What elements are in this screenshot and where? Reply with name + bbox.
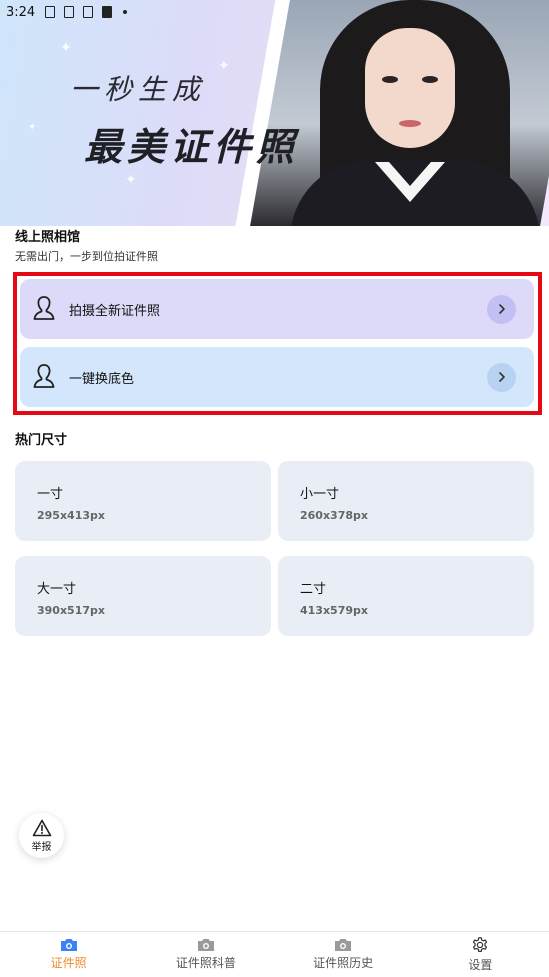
chevron-right-icon xyxy=(487,294,516,324)
camera-icon xyxy=(60,939,77,951)
nav-label: 设置 xyxy=(468,958,493,972)
sparkle-icon: ✦ xyxy=(28,122,37,133)
size-card-small-one-inch[interactable]: 小一寸 260x378px xyxy=(278,461,534,541)
report-label: 举报 xyxy=(31,841,52,853)
size-card-two-inch[interactable]: 二寸 413x579px xyxy=(278,556,534,636)
action-label: 拍摄全新证件照 xyxy=(69,303,161,319)
more-notifications-icon xyxy=(123,10,128,14)
nav-label: 证件照历史 xyxy=(313,956,374,970)
size-name: 小一寸 xyxy=(300,487,340,502)
banner-headline-2: 最美证件照 xyxy=(84,124,300,169)
gear-icon xyxy=(473,937,488,952)
camera-icon xyxy=(335,939,352,951)
size-dimensions: 413x579px xyxy=(300,604,368,617)
nav-item-settings[interactable]: 设置 xyxy=(412,932,549,977)
sparkle-icon: ✦ xyxy=(60,40,72,56)
sparkle-icon: ✦ xyxy=(218,58,230,74)
size-card-one-inch[interactable]: 一寸 295x413px xyxy=(15,461,271,541)
nav-item-id-photo[interactable]: 证件照 xyxy=(0,932,137,977)
notification-icon xyxy=(83,6,94,18)
sparkle-icon: ✦ xyxy=(125,172,137,188)
hero-banner: ✦ ✦ ✦ ✦ 一秒生成 最美证件照 xyxy=(0,0,549,226)
person-silhouette-icon xyxy=(33,296,55,320)
action-label: 一键换底色 xyxy=(69,371,135,387)
status-time: 3:24 xyxy=(6,4,36,20)
nav-label: 证件照科普 xyxy=(175,956,236,970)
section-title: 线上照相馆 xyxy=(15,230,81,245)
change-background-button[interactable]: 一键换底色 xyxy=(20,347,534,407)
model-photo xyxy=(250,0,549,226)
size-card-large-one-inch[interactable]: 大一寸 390x517px xyxy=(15,556,271,636)
size-name: 大一寸 xyxy=(37,582,77,597)
banner-headline-1: 一秒生成 xyxy=(70,73,207,106)
notification-icon xyxy=(45,6,56,18)
size-name: 二寸 xyxy=(300,582,327,597)
report-button[interactable]: 举报 xyxy=(19,813,64,858)
notification-icon xyxy=(64,6,75,18)
chevron-right-icon xyxy=(487,362,516,392)
status-bar: 3:24 xyxy=(0,0,549,24)
camera-icon xyxy=(197,939,214,951)
nav-item-id-photo-history[interactable]: 证件照历史 xyxy=(275,932,412,977)
notification-icon xyxy=(102,6,113,18)
size-name: 一寸 xyxy=(37,487,64,502)
bottom-nav: 证件照 证件照科普 证件照历史 设置 xyxy=(0,931,549,977)
hot-sizes-title: 热门尺寸 xyxy=(15,433,68,448)
person-silhouette-icon xyxy=(33,364,55,388)
section-subtitle: 无需出门，一步到位拍证件照 xyxy=(15,250,158,263)
warning-triangle-icon xyxy=(32,819,51,836)
size-dimensions: 390x517px xyxy=(37,604,105,617)
nav-label: 证件照 xyxy=(50,956,87,970)
take-new-photo-button[interactable]: 拍摄全新证件照 xyxy=(20,279,534,339)
size-dimensions: 295x413px xyxy=(37,509,105,522)
size-dimensions: 260x378px xyxy=(300,509,368,522)
nav-item-id-photo-guide[interactable]: 证件照科普 xyxy=(137,932,274,977)
